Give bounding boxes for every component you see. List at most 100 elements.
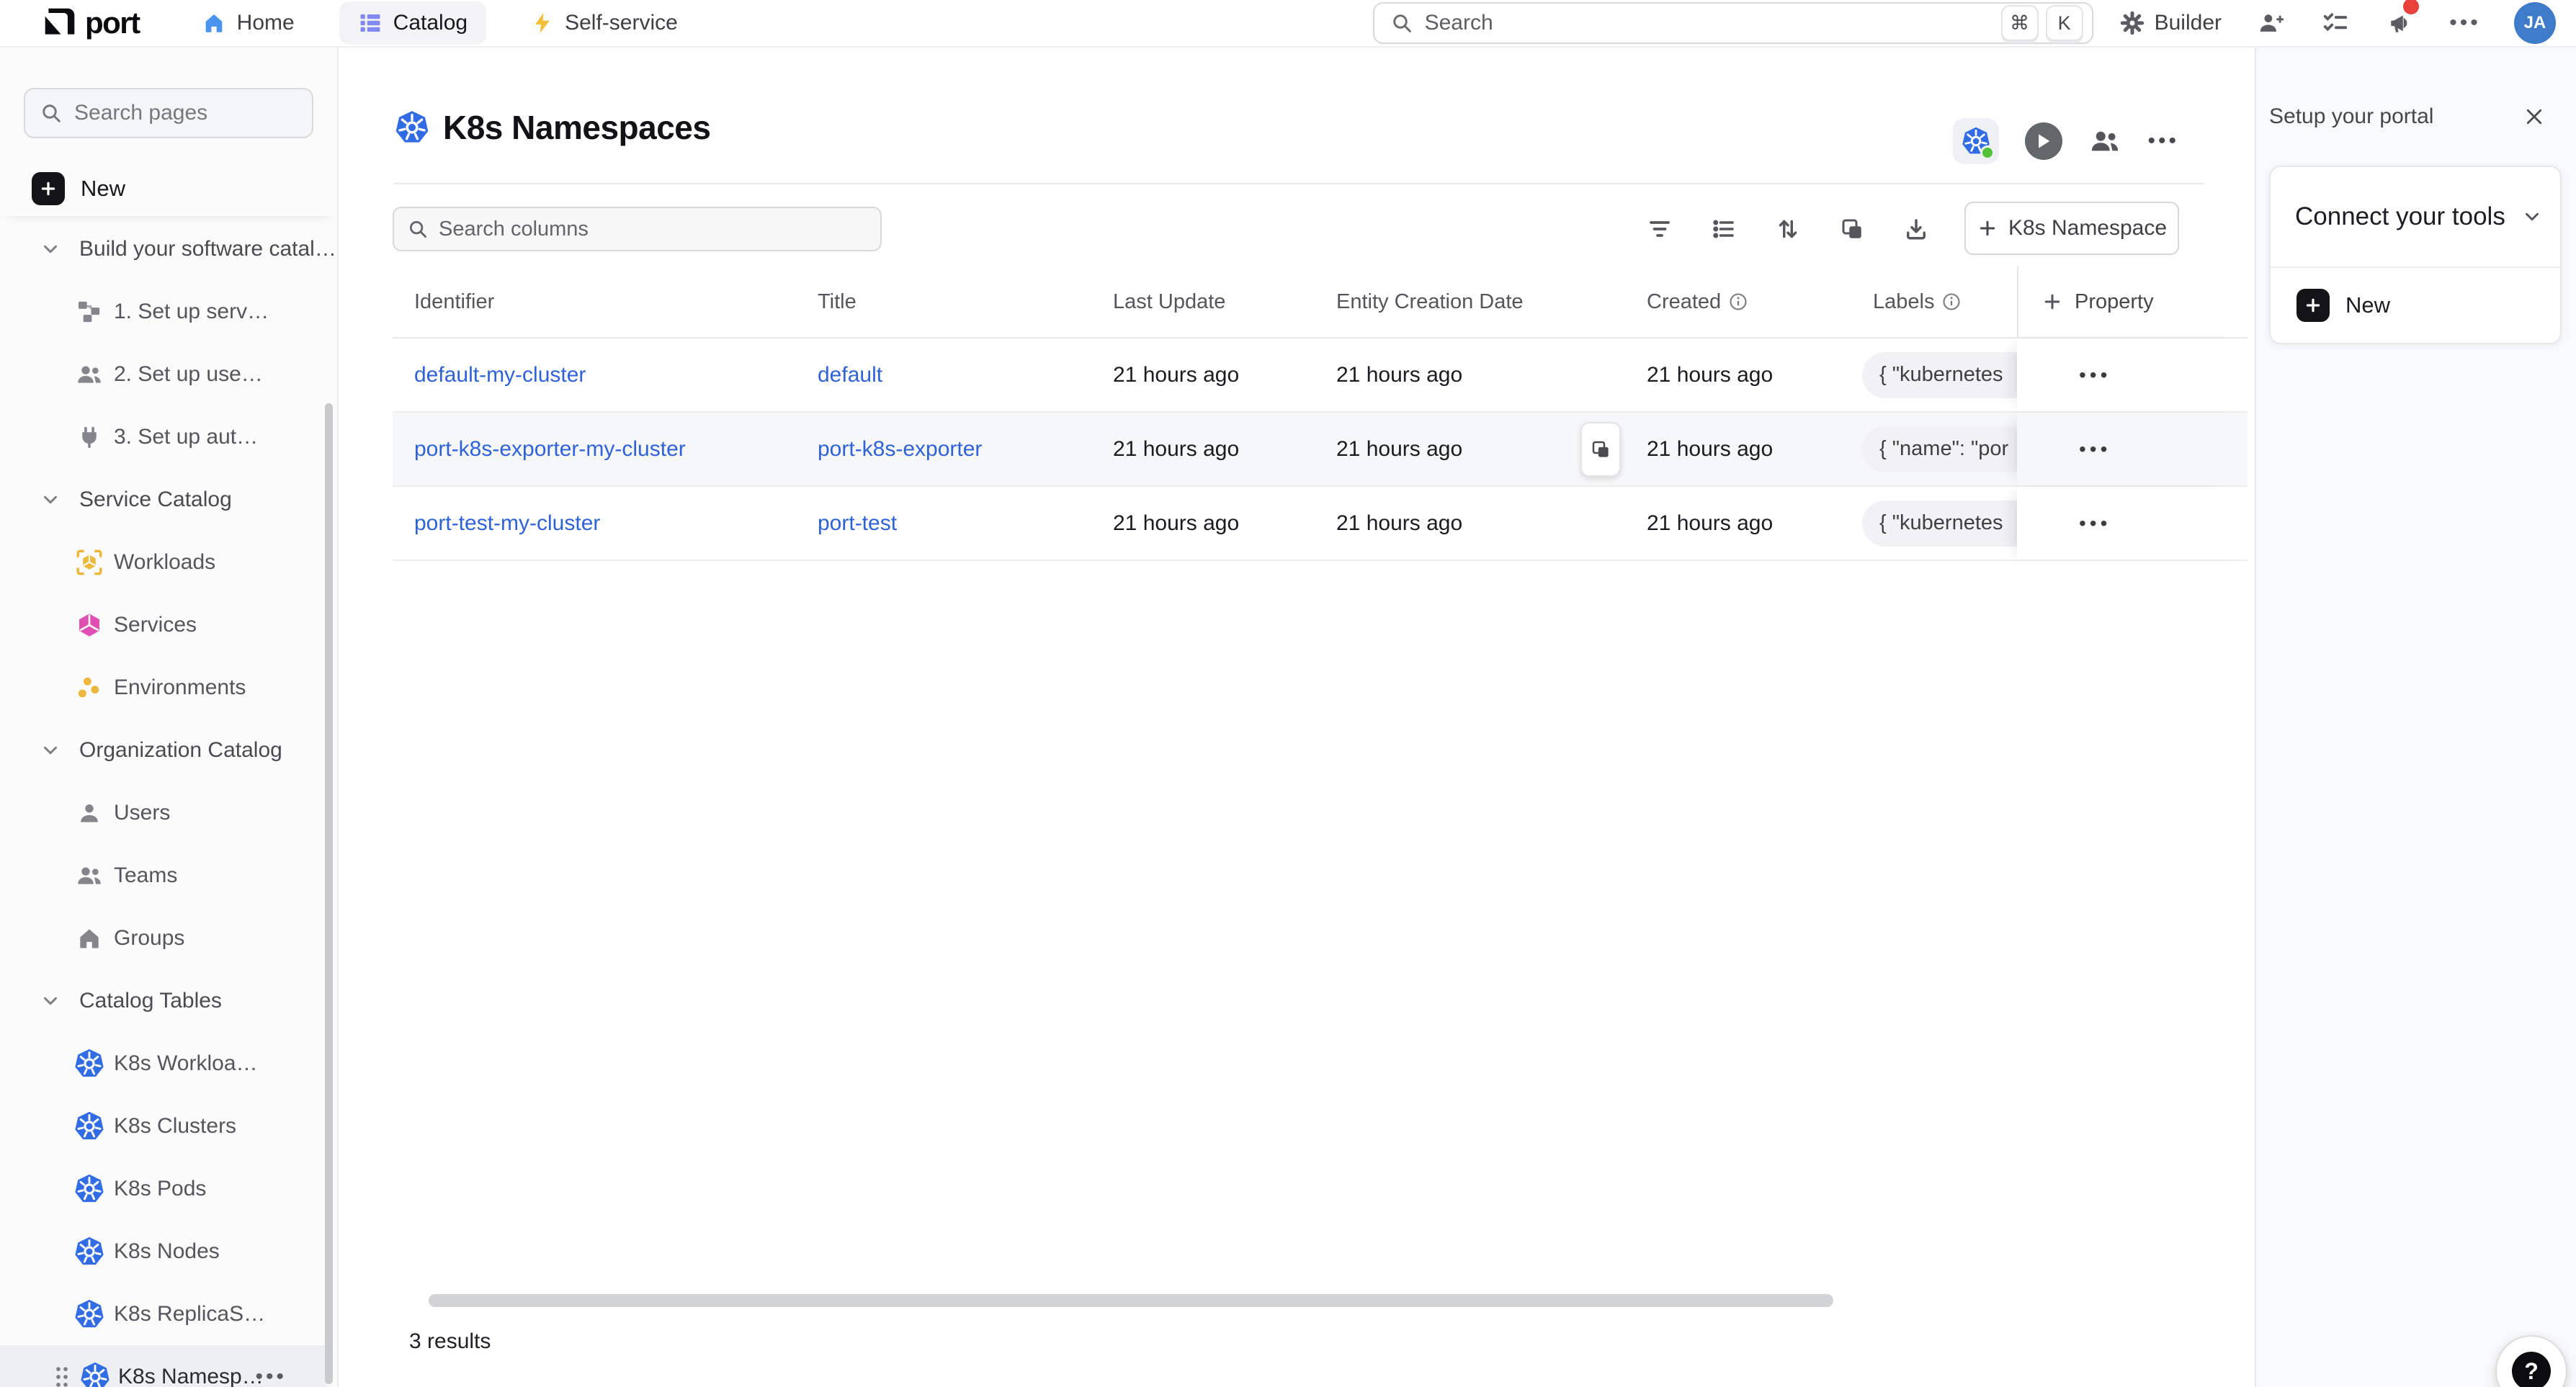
sidebar-section-build-catalog[interactable]: Build your software catal… xyxy=(0,217,337,280)
download-icon[interactable] xyxy=(1902,215,1931,243)
horizontal-scrollbar[interactable] xyxy=(429,1294,1833,1307)
sidebar-section-catalog-tables[interactable]: Catalog Tables xyxy=(0,969,337,1032)
row-menu-button[interactable]: ••• xyxy=(2079,365,2111,385)
sidebar-item-setup-automations[interactable]: 3. Set up aut… xyxy=(0,405,337,468)
avatar[interactable]: JA xyxy=(2514,2,2556,44)
sidebar-item-k8s-clusters[interactable]: K8s Clusters xyxy=(0,1095,337,1157)
sidebar-item-setup-service[interactable]: 1. Set up serv… xyxy=(0,280,337,343)
sidebar-scrollbar[interactable] xyxy=(325,403,333,1384)
sidebar-item-k8s-workloads[interactable]: K8s Workloa… xyxy=(0,1032,337,1095)
sidebar-item-k8s-nodes[interactable]: K8s Nodes xyxy=(0,1220,337,1283)
filter-icon[interactable] xyxy=(1645,215,1674,243)
help-button[interactable]: ? xyxy=(2495,1335,2567,1387)
port-logo[interactable]: port xyxy=(42,5,140,41)
column-header-created[interactable]: Created xyxy=(1647,290,1862,314)
nav-catalog[interactable]: Catalog xyxy=(339,1,486,45)
sidebar-item-k8s-replicasets[interactable]: K8s ReplicaS… xyxy=(0,1283,337,1345)
chevron-down-icon xyxy=(2521,206,2543,228)
column-header-labels[interactable]: Labels xyxy=(1862,290,2017,314)
sidebar-item-teams[interactable]: Teams xyxy=(0,844,337,907)
sidebar-section-organization-catalog[interactable]: Organization Catalog xyxy=(0,719,337,781)
connect-tools-dropdown[interactable]: Connect your tools xyxy=(2271,167,2560,266)
topbar-actions: Builder xyxy=(2119,2,2556,44)
kubernetes-icon xyxy=(73,1298,105,1330)
title-link[interactable]: default xyxy=(818,363,882,387)
title-link[interactable]: port-k8s-exporter xyxy=(818,437,982,461)
copy-icon[interactable] xyxy=(1838,215,1866,243)
sidebar-new-label: New xyxy=(81,176,125,202)
app: port Home Catalog xyxy=(0,0,2576,1387)
global-search[interactable]: ⌘ K xyxy=(1373,2,2093,44)
table-row[interactable]: default-my-cluster default 21 hours ago … xyxy=(393,338,2248,413)
column-header-title[interactable]: Title xyxy=(818,290,1113,314)
sitemap-icon xyxy=(73,296,105,328)
identifier-link[interactable]: port-test-my-cluster xyxy=(414,511,600,535)
run-action-button[interactable] xyxy=(2025,122,2062,160)
sidebar-new-button[interactable]: New xyxy=(0,170,337,207)
created-cell: 21 hours ago xyxy=(1647,511,1862,536)
panel-new-button[interactable]: New xyxy=(2271,268,2560,343)
table-row[interactable]: port-test-my-cluster port-test 21 hours … xyxy=(393,487,2248,561)
identifier-link[interactable]: port-k8s-exporter-my-cluster xyxy=(414,437,686,461)
kubernetes-icon xyxy=(73,1110,105,1142)
sidebar-search-input[interactable] xyxy=(74,101,290,125)
add-entity-button[interactable]: K8s Namespace xyxy=(1964,202,2179,255)
sidebar-item-setup-users[interactable]: 2. Set up use… xyxy=(0,343,337,405)
identifier-link[interactable]: default-my-cluster xyxy=(414,363,586,387)
page-more-button[interactable]: ••• xyxy=(2147,130,2179,152)
created-cell: 21 hours ago xyxy=(1647,437,1862,462)
more-menu-button[interactable]: ••• xyxy=(2449,7,2481,39)
kubernetes-icon xyxy=(79,1361,111,1387)
nav-self-service[interactable]: Self-service xyxy=(527,1,682,45)
sidebar-item-users[interactable]: Users xyxy=(0,781,337,844)
table-row[interactable]: port-k8s-exporter-my-cluster port-k8s-ex… xyxy=(393,413,2248,487)
sidebar-item-services[interactable]: Services xyxy=(0,593,337,656)
sidebar: New Build your software catal… 1. Set up… xyxy=(0,48,339,1387)
sidebar-item-k8s-namespaces[interactable]: K8s Namesp… ••• xyxy=(0,1345,327,1387)
sidebar-item-workloads[interactable]: Workloads xyxy=(0,531,337,593)
chevron-down-icon xyxy=(35,484,66,516)
search-icon xyxy=(40,102,63,125)
sort-icon[interactable] xyxy=(1774,215,1802,243)
global-search-input[interactable] xyxy=(1425,11,2001,35)
column-search-input[interactable] xyxy=(439,217,813,241)
row-menu-button[interactable]: ••• xyxy=(2079,513,2111,534)
datasource-status-button[interactable] xyxy=(1953,118,1999,164)
sidebar-item-environments[interactable]: Environments xyxy=(0,656,337,719)
sidebar-item-menu-button[interactable]: ••• xyxy=(255,1366,287,1387)
tasks-icon[interactable] xyxy=(2320,7,2351,39)
sidebar-search[interactable] xyxy=(24,88,313,138)
plus-icon xyxy=(32,172,65,205)
drag-handle-icon[interactable] xyxy=(52,1361,72,1387)
sidebar-item-k8s-pods[interactable]: K8s Pods xyxy=(0,1157,337,1220)
created-cell: 21 hours ago xyxy=(1647,363,1862,387)
close-icon[interactable] xyxy=(2521,104,2547,130)
top-nav: Home Catalog Self-service xyxy=(197,1,682,45)
invite-user-button[interactable] xyxy=(2255,7,2286,39)
copy-value-button[interactable] xyxy=(1580,422,1621,477)
entity-creation-date-cell: 21 hours ago xyxy=(1336,511,1647,536)
announcements-icon[interactable] xyxy=(2384,7,2416,39)
title-link[interactable]: port-test xyxy=(818,511,897,535)
sidebar-item-groups[interactable]: Groups xyxy=(0,907,337,969)
add-property-button[interactable]: Property xyxy=(2017,266,2248,337)
main-content: K8s Namespaces ••• xyxy=(340,48,2255,1387)
builder-button[interactable]: Builder xyxy=(2119,10,2222,36)
entity-creation-date-cell: 21 hours ago xyxy=(1336,363,1647,387)
audience-button[interactable] xyxy=(2088,125,2121,158)
setup-portal-panel: Setup your portal Connect your tools New… xyxy=(2255,48,2576,1387)
column-header-last-update[interactable]: Last Update xyxy=(1113,290,1336,314)
nav-home[interactable]: Home xyxy=(197,1,299,45)
kubernetes-icon xyxy=(73,1236,105,1267)
sidebar-header: New xyxy=(0,48,337,216)
k-key: K xyxy=(2046,5,2083,41)
entities-table: Identifier Title Last Update Entity Crea… xyxy=(393,266,2248,561)
row-menu-button[interactable]: ••• xyxy=(2079,439,2111,459)
column-header-identifier[interactable]: Identifier xyxy=(393,290,818,314)
column-search[interactable] xyxy=(393,207,882,251)
sidebar-section-service-catalog[interactable]: Service Catalog xyxy=(0,468,337,531)
services-cube-icon xyxy=(73,609,105,641)
group-by-icon[interactable] xyxy=(1709,215,1738,243)
topbar: port Home Catalog xyxy=(0,0,2576,48)
column-header-entity-creation-date[interactable]: Entity Creation Date xyxy=(1336,290,1647,314)
